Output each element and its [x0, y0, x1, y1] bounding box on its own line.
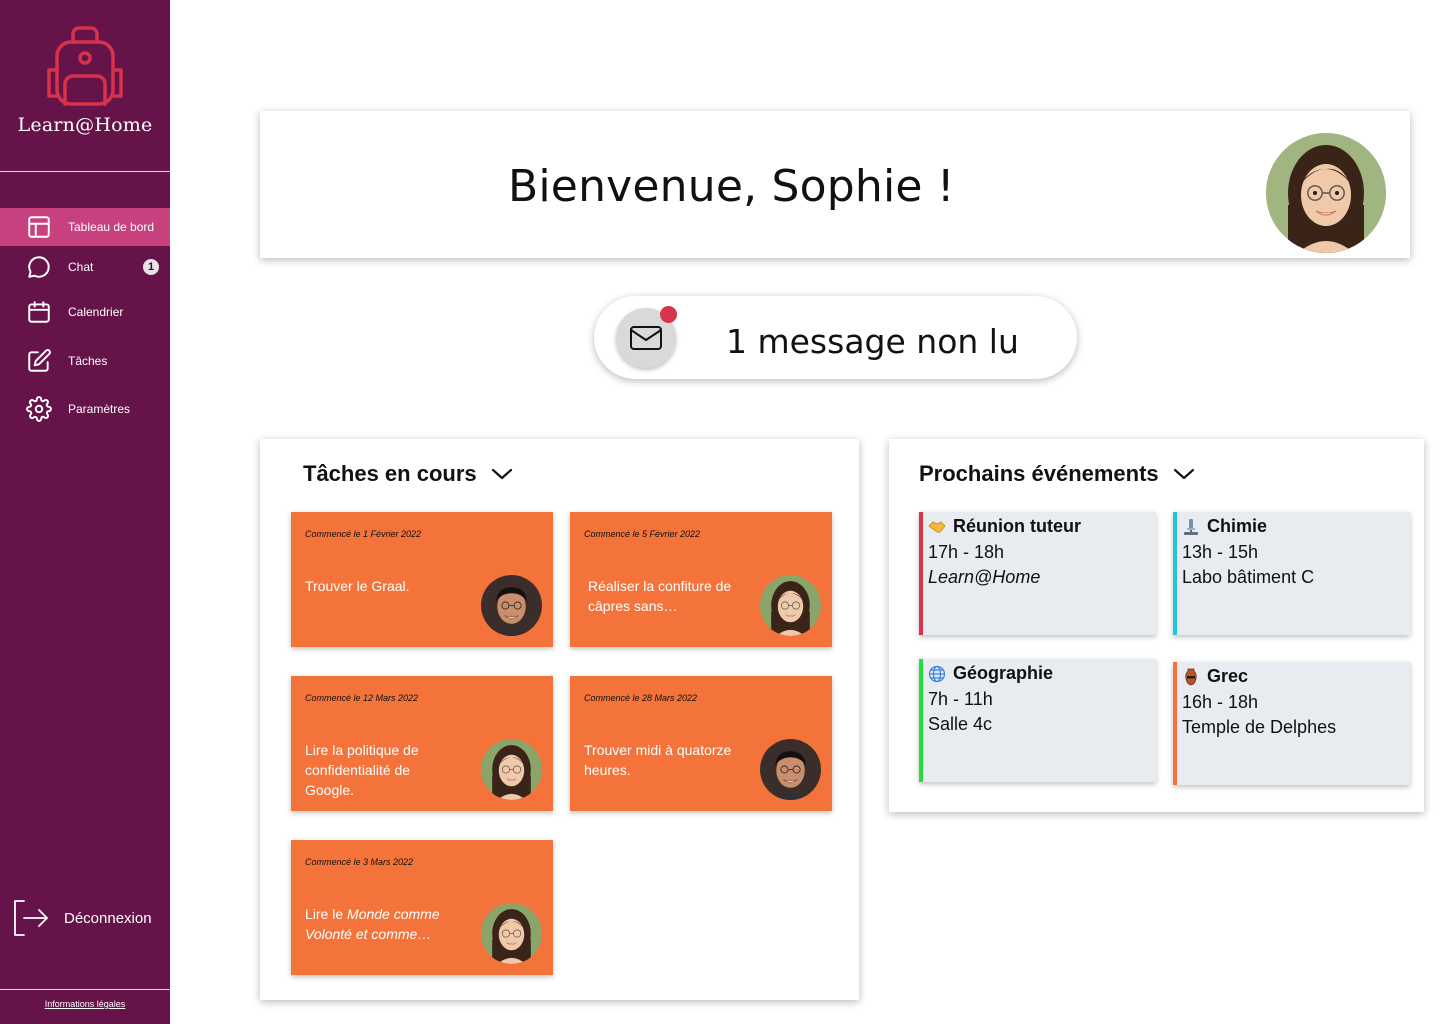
logout-button[interactable]: Déconnexion [12, 898, 152, 938]
sidebar-nav: Tableau de bord Chat 1 Calendrier Tâches [0, 208, 170, 428]
task-title: Réaliser la confiture de câpres sans… [588, 578, 732, 614]
avatar [481, 903, 542, 964]
gear-icon [26, 396, 52, 422]
microscope-icon [1182, 518, 1200, 536]
avatar [481, 739, 542, 800]
task-date: Commencé le 5 Février 2022 [584, 529, 701, 539]
event-place: Salle 4c [928, 714, 993, 734]
task-card[interactable]: Commencé le 12 Mars 2022 Lire la politiq… [291, 676, 553, 811]
chevron-down-icon [491, 468, 512, 480]
event-header: Grec [1182, 666, 1248, 687]
event-place: Labo bâtiment C [1182, 567, 1315, 587]
task-title: Trouver midi à quatorze heures. [584, 742, 732, 778]
event-color-bar [919, 512, 923, 635]
event-card[interactable]: Géographie 7h - 11h Salle 4c [919, 659, 1156, 782]
task-title: Lire le Monde comme Volonté et comme… [305, 904, 455, 944]
avatar [481, 575, 542, 636]
tasks-panel-title: Tâches en cours [303, 461, 477, 486]
events-panel-header[interactable]: Prochains événements [919, 461, 1195, 487]
chat-icon [28, 256, 50, 278]
event-card[interactable]: Réunion tuteur 17h - 18h Learn@Home [919, 512, 1156, 635]
mail-icon [630, 326, 662, 350]
unread-messages-text: 1 message non lu [726, 322, 1019, 361]
legal-link[interactable]: Informations légales [0, 999, 170, 1009]
task-title: Lire la politique de confidentialité de … [305, 742, 419, 798]
sidebar-item-label: Calendrier [68, 305, 124, 319]
event-name: Réunion tuteur [953, 516, 1081, 536]
tasks-panel: Tâches en cours Commencé le 1 Février 20… [260, 439, 859, 1000]
avatar [760, 739, 821, 800]
task-card[interactable]: Commencé le 5 Février 2022 Réaliser la c… [570, 512, 832, 647]
sidebar-item-settings[interactable]: Paramètres [0, 390, 170, 428]
avatar-woman [481, 903, 542, 964]
welcome-card: Bienvenue, Sophie ! [260, 111, 1410, 258]
handshake-icon [928, 518, 946, 536]
sidebar-divider [0, 171, 170, 172]
task-title-part: Lire le [305, 906, 348, 922]
event-name: Géographie [953, 663, 1054, 683]
event-time: 7h - 11h [928, 689, 993, 709]
event-color-bar [1173, 662, 1177, 785]
edit-icon [28, 349, 51, 372]
sidebar-item-calendar[interactable]: Calendrier [0, 293, 170, 331]
sidebar-item-tasks[interactable]: Tâches [0, 342, 170, 380]
avatar-woman [481, 739, 542, 800]
event-header: Chimie [1182, 516, 1267, 537]
sidebar-item-label: Chat [68, 260, 94, 274]
sidebar-bottom-divider [0, 989, 170, 990]
welcome-title: Bienvenue, Sophie ! [508, 161, 955, 212]
events-panel: Prochains événements Réunion tuteur 17h … [889, 439, 1424, 812]
event-card[interactable]: Grec 16h - 18h Temple de Delphes [1173, 662, 1410, 785]
sidebar-item-label: Tâches [68, 354, 108, 368]
chevron-down-icon [1173, 468, 1194, 480]
notification-dot [660, 306, 677, 323]
task-card[interactable]: Commencé le 1 Février 2022 Trouver le Gr… [291, 512, 553, 647]
avatar [760, 575, 821, 636]
unread-messages-button[interactable]: 1 message non lu [594, 296, 1077, 379]
event-name: Chimie [1207, 516, 1268, 536]
event-place: Temple de Delphes [1182, 717, 1337, 737]
globe-icon [928, 665, 946, 683]
task-card[interactable]: Commencé le 3 Mars 2022 Lire le Monde co… [291, 840, 553, 975]
calendar-icon [28, 301, 50, 323]
sidebar-item-label: Tableau de bord [68, 220, 155, 234]
sidebar-item-chat[interactable]: Chat 1 [0, 248, 170, 286]
task-card[interactable]: Commencé le 28 Mars 2022 Trouver midi à … [570, 676, 832, 811]
task-date: Commencé le 28 Mars 2022 [584, 693, 698, 703]
sidebar: Learn@Home Tableau de bord Chat 1 Calend… [0, 0, 170, 1024]
logout-icon [14, 900, 48, 936]
tasks-panel-header[interactable]: Tâches en cours [303, 461, 513, 487]
logo[interactable]: Learn@Home [0, 22, 170, 136]
sidebar-item-label: Paramètres [68, 402, 131, 416]
amphora-icon [1182, 668, 1200, 686]
events-panel-title: Prochains événements [919, 461, 1159, 486]
event-color-bar [1173, 512, 1177, 635]
task-date: Commencé le 1 Février 2022 [305, 529, 422, 539]
sidebar-item-dashboard[interactable]: Tableau de bord [0, 208, 170, 246]
task-date: Commencé le 3 Mars 2022 [305, 857, 414, 867]
avatar-woman [1266, 133, 1386, 253]
backpack-icon [47, 26, 123, 106]
event-name: Grec [1207, 666, 1249, 686]
task-date: Commencé le 12 Mars 2022 [305, 693, 419, 703]
event-time: 17h - 18h [928, 542, 1005, 562]
event-card[interactable]: Chimie 13h - 15h Labo bâtiment C [1173, 512, 1410, 635]
user-avatar[interactable] [1266, 133, 1386, 253]
app-name: Learn@Home [17, 114, 153, 136]
event-place: Learn@Home [928, 567, 1041, 587]
dashboard-icon [28, 216, 50, 238]
task-title: Trouver le Graal. [305, 578, 410, 594]
unread-badge: 1 [143, 259, 159, 275]
event-time: 16h - 18h [1182, 692, 1259, 712]
event-header: Réunion tuteur [928, 516, 1081, 537]
event-color-bar [919, 659, 923, 782]
event-time: 13h - 15h [1182, 542, 1259, 562]
event-header: Géographie [928, 663, 1053, 684]
avatar-woman [760, 575, 821, 636]
avatar-man [481, 575, 542, 636]
avatar-man [760, 739, 821, 800]
logout-label: Déconnexion [64, 909, 152, 927]
